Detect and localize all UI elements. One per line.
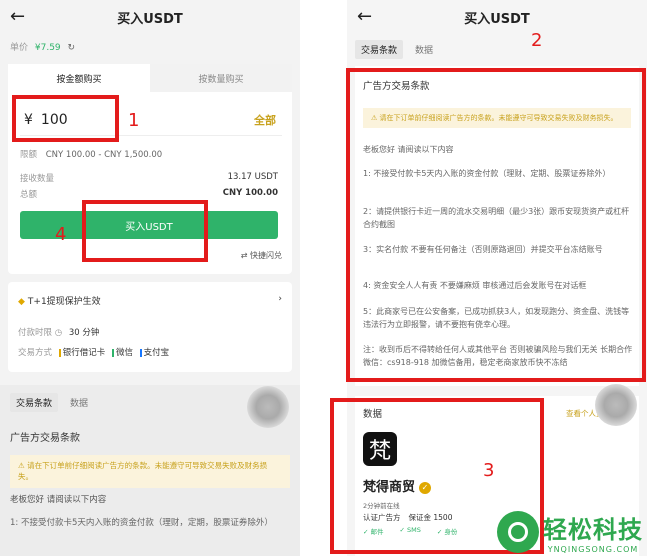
- flash-icon: ⇄: [240, 251, 248, 260]
- limit-value: CNY 100.00 - CNY 1,500.00: [45, 150, 163, 160]
- trade-info-card: ◆ T+1提现保护生效 › 付款时限 ◷ 30 分钟 交易方式 银行借记卡 微信 …: [8, 282, 292, 372]
- unit-price-value: ¥7.59: [34, 43, 61, 53]
- protection-row[interactable]: ◆ T+1提现保护生效 ›: [18, 294, 282, 307]
- tab-data[interactable]: 数据: [409, 40, 439, 59]
- tab-buy-by-amount[interactable]: 按金额购买: [8, 64, 150, 92]
- pay-term-label: 付款时限: [18, 328, 53, 338]
- terms-tabs: 交易条款 数据: [355, 40, 445, 59]
- site-watermark: 轻松科技 YNQINGSONG.COM: [497, 510, 643, 554]
- quick-flash-label: 快捷闪兑: [250, 251, 282, 260]
- warning-text: 请在下订单前仔细阅读广告方的条款。未能遵守可导致交易失败及财务损失。: [18, 461, 268, 481]
- protection-label: T+1提现保护生效: [27, 297, 101, 307]
- refresh-icon[interactable]: ↻: [68, 43, 76, 53]
- pay-term-value: 30 分钟: [68, 328, 100, 338]
- ad-terms-title: 广告方交易条款: [10, 433, 80, 444]
- warning-banner: ⚠ 请在下订单前仔细阅读广告方的条款。未能遵守可导致交易失败及财务损失。: [10, 455, 290, 488]
- warning-icon: ⚠: [18, 461, 28, 470]
- annotation-box-2: [346, 68, 646, 382]
- pay-term-row: 付款时限 ◷ 30 分钟: [18, 326, 99, 338]
- tab-data[interactable]: 数据: [64, 393, 94, 412]
- pay-method-bank: 银行借记卡: [62, 348, 106, 358]
- page-title: 买入USDT: [464, 11, 530, 27]
- buy-mode-tabs: 按金额购买 按数量购买: [8, 64, 292, 92]
- left-screen: ← 买入USDT 单价 ¥7.59 ↻ 按金额购买 按数量购买 ¥100 全部 …: [0, 0, 300, 556]
- header: ← 买入USDT: [0, 0, 300, 34]
- back-arrow-icon[interactable]: ←: [10, 6, 25, 27]
- pay-methods-row: 交易方式 银行借记卡 微信 支付宝: [18, 346, 169, 358]
- limit-row: 限额 CNY 100.00 - CNY 1,500.00: [20, 148, 162, 160]
- unit-price-label: 单价: [10, 43, 29, 53]
- receive-value: 13.17 USDT: [227, 172, 278, 182]
- annotation-number-2: 2: [531, 30, 543, 51]
- pay-methods-label: 交易方式: [18, 348, 53, 358]
- back-arrow-icon[interactable]: ←: [357, 6, 372, 27]
- chevron-right-icon: ›: [278, 294, 282, 304]
- header: ← 买入USDT: [347, 0, 647, 34]
- total-label: 总额: [20, 190, 38, 200]
- floating-assistant-button[interactable]: [247, 386, 289, 428]
- rule-1: 1: 不接受付款卡5天内入账的资金付款（理财，定期，股票证券除外）: [10, 518, 273, 528]
- unit-price-row: 单价 ¥7.59 ↻: [10, 40, 75, 53]
- all-button[interactable]: 全部: [254, 112, 276, 128]
- tab-trade-terms[interactable]: 交易条款: [355, 40, 404, 59]
- floating-assistant-button[interactable]: [595, 384, 637, 426]
- total-row: 总额 CNY 100.00: [20, 188, 278, 200]
- clock-icon: ◷: [54, 328, 63, 338]
- receive-row: 接收数量 13.17 USDT: [20, 172, 278, 184]
- greeting-text: 老板您好 请阅读以下内容: [10, 495, 107, 505]
- pay-method-wechat: 微信: [115, 348, 133, 358]
- quick-flash-link[interactable]: ⇄ 快捷闪兑: [241, 250, 282, 261]
- watermark-logo-icon: [497, 511, 539, 553]
- terms-tabs: 交易条款 数据: [10, 393, 100, 412]
- pay-method-alipay: 支付宝: [143, 348, 170, 358]
- watermark-sub-text: YNQINGSONG.COM: [547, 545, 639, 554]
- page-title: 买入USDT: [117, 11, 183, 27]
- annotation-number-1: 1: [128, 110, 140, 131]
- shield-icon: ◆: [18, 297, 25, 307]
- annotation-box-4: [82, 200, 208, 262]
- annotation-number-4: 4: [55, 224, 67, 245]
- watermark-main-text: 轻松科技: [543, 516, 643, 544]
- annotation-box-1: [12, 95, 119, 142]
- tab-trade-terms[interactable]: 交易条款: [10, 393, 59, 412]
- tab-buy-by-quantity[interactable]: 按数量购买: [150, 64, 292, 92]
- annotation-number-3: 3: [483, 460, 495, 481]
- total-value: CNY 100.00: [222, 188, 278, 198]
- receive-label: 接收数量: [20, 174, 55, 184]
- limit-label: 限额: [20, 150, 38, 160]
